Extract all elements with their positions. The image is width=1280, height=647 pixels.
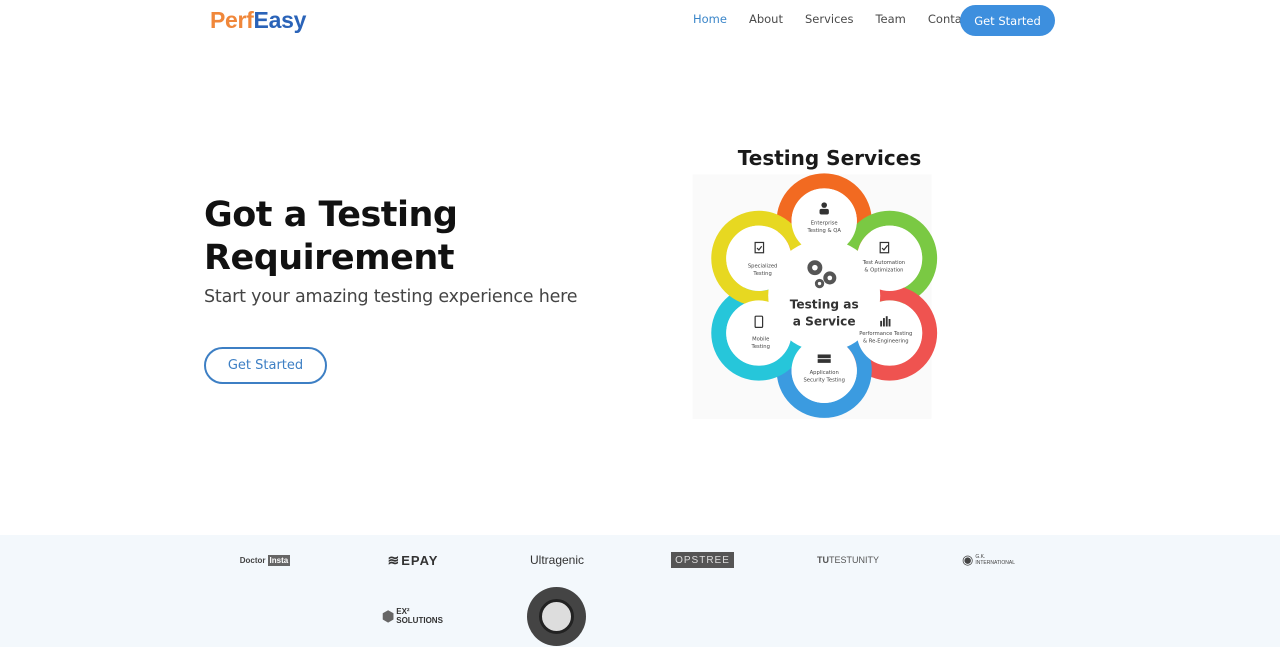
hero-get-started-button[interactable]: Get Started xyxy=(204,347,327,384)
client-epay-name: EPAY xyxy=(401,552,439,568)
petal-label-enterprise-1: Enterprise xyxy=(811,221,838,227)
petal-label-specialized-2: Testing xyxy=(752,271,771,277)
client-opstree-name: OPSTREE xyxy=(675,554,730,566)
client-logo-circle-emblem xyxy=(527,587,586,646)
petal-label-performance-1: Performance Testing xyxy=(859,331,912,337)
hero-subtitle: Start your amazing testing experience he… xyxy=(204,287,578,307)
client-testunity-name: TESTUNITY xyxy=(829,555,880,565)
hero-title-line1: Got a Testing xyxy=(204,195,458,235)
hero-title-line2: Requirement xyxy=(204,238,455,278)
client-doctorinsta-badge: Insta xyxy=(267,554,291,566)
main-nav: Home About Services Team Contact xyxy=(693,12,995,26)
client-ex2-name: EX² SOLUTIONS xyxy=(396,607,443,625)
brand-logo[interactable]: PerfEasy xyxy=(210,7,306,34)
client-logo-doctorinsta: Doctor Insta xyxy=(234,549,296,571)
emblem-inner-icon xyxy=(539,599,574,634)
client-logo-ultragenic: Ultragenic xyxy=(524,549,590,571)
nav-item-home[interactable]: Home xyxy=(693,12,727,26)
petal-label-enterprise-2: Testing & QA xyxy=(806,228,841,234)
petal-label-automation-2: & Optimization xyxy=(864,267,903,273)
nav-item-about[interactable]: About xyxy=(749,12,783,26)
client-ultragenic-name: Ultragenic xyxy=(529,553,585,567)
petal-label-security-2: Security Testing xyxy=(803,378,844,384)
client-logo-ex2-solutions: ⬢ EX² SOLUTIONS xyxy=(382,605,444,627)
cube-icon: ⬢ xyxy=(382,607,395,624)
petal-label-specialized-1: Specialized xyxy=(748,264,778,270)
petal-label-mobile-2: Testing xyxy=(751,344,770,350)
site-header: PerfEasy Home About Services Team Contac… xyxy=(0,0,1280,42)
petal-label-performance-2: & Re-Engineering xyxy=(863,338,909,344)
nav-get-started-button[interactable]: Get Started xyxy=(960,5,1055,36)
testing-services-diagram: Testing as a Service Enterprise Testing … xyxy=(692,173,938,419)
client-logo-opstree: OPSTREE xyxy=(671,552,734,568)
nav-item-services[interactable]: Services xyxy=(805,12,854,26)
petal-label-mobile-1: Mobile xyxy=(752,336,769,342)
epay-swoosh-icon: ≋ xyxy=(387,551,400,568)
hero-title: Got a Testing Requirement xyxy=(204,194,624,280)
diagram-center-line1: Testing as xyxy=(790,298,859,312)
nav-item-team[interactable]: Team xyxy=(875,12,905,26)
client-logo-epay: ≋ EPAY xyxy=(382,549,444,571)
brand-logo-part2: Easy xyxy=(253,7,307,33)
globe-icon: ◉ xyxy=(962,552,974,567)
client-gk-name: G.K. INTERNATIONAL xyxy=(975,554,1015,566)
diagram-center-line2: a Service xyxy=(793,315,856,329)
brand-logo-part1: Perf xyxy=(210,7,254,33)
petal-label-security-1: Application xyxy=(810,370,839,376)
client-logo-testunity: TU TESTUNITY xyxy=(817,549,880,571)
clients-section: Doctor Insta ≋ EPAY Ultragenic OPSTREE T… xyxy=(0,535,1280,647)
client-testunity-prefix: TU xyxy=(817,555,829,565)
client-logo-gk-international: ◉ G.K. INTERNATIONAL xyxy=(962,549,1026,571)
client-doctorinsta-name: Doctor xyxy=(239,555,266,565)
petal-label-automation-1: Test Automation xyxy=(862,260,905,266)
